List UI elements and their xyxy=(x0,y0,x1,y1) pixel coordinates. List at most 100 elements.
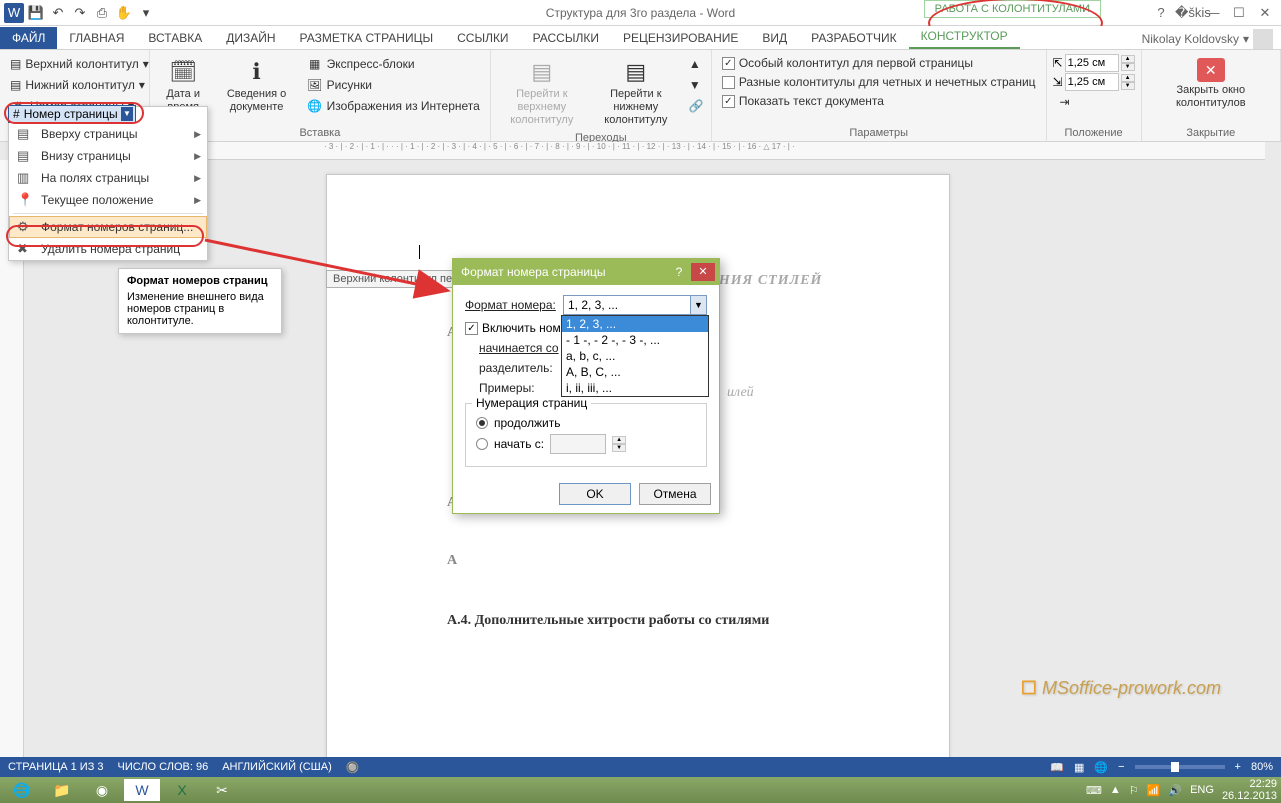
insert-alignment-tab-button[interactable]: ⇥ xyxy=(1053,92,1135,112)
header-from-top[interactable]: ⇱▲▼ xyxy=(1053,54,1135,72)
spin-up-icon[interactable]: ▲ xyxy=(612,436,626,444)
tab-review[interactable]: РЕЦЕНЗИРОВАНИЕ xyxy=(611,27,750,49)
page-number-dropdown-open[interactable]: # Номер страницы ▼ xyxy=(8,105,136,123)
goto-footer-button[interactable]: ▤Перейти к нижнему колонтитулу xyxy=(591,54,681,130)
different-odd-even-checkbox[interactable]: Разные колонтитулы для четных и нечетных… xyxy=(718,73,1040,91)
quick-print-icon[interactable]: ⎙ xyxy=(92,3,112,23)
maximize-icon[interactable]: ☐ xyxy=(1227,5,1251,21)
spin-up-icon[interactable]: ▲ xyxy=(1121,55,1135,63)
tab-designer[interactable]: КОНСТРУКТОР xyxy=(909,25,1020,49)
undo-icon[interactable]: ↶ xyxy=(48,3,68,23)
snip-icon[interactable]: ✂ xyxy=(204,779,240,801)
zoom-thumb[interactable] xyxy=(1171,762,1179,772)
combo-arrow-icon[interactable]: ▼ xyxy=(690,296,706,314)
clock[interactable]: 22:29 26.12.2013 xyxy=(1222,778,1277,802)
header-button[interactable]: ▤Верхний колонтитул ▾ xyxy=(6,54,143,74)
menu-current-position[interactable]: 📍Текущее положение▶ xyxy=(9,189,207,211)
ok-button[interactable]: OK xyxy=(559,483,631,505)
avatar[interactable] xyxy=(1253,29,1273,49)
tab-insert[interactable]: ВСТАВКА xyxy=(136,27,214,49)
doc-info-button[interactable]: ℹСведения о документе xyxy=(214,54,298,125)
save-icon[interactable]: 💾 xyxy=(26,3,46,23)
chrome-icon[interactable]: ◉ xyxy=(84,779,120,801)
tray-expand-icon[interactable]: ▲ xyxy=(1110,784,1121,796)
number-format-combo[interactable]: 1, 2, 3, ... ▼ xyxy=(563,295,707,315)
start-at-radio[interactable]: начать с: ▲▼ xyxy=(476,434,696,454)
dialog-titlebar[interactable]: Формат номера страницы ? ✕ xyxy=(453,259,719,285)
next-section-button[interactable]: ▼ xyxy=(685,75,705,95)
menu-page-margins[interactable]: ▥На полях страницы▶ xyxy=(9,167,207,189)
dialog-close-icon[interactable]: ✕ xyxy=(691,263,715,281)
zoom-out-icon[interactable]: − xyxy=(1118,761,1124,773)
footer-button[interactable]: ▤Нижний колонтитул ▾ xyxy=(6,75,143,95)
status-language[interactable]: АНГЛИЙСКИЙ (США) xyxy=(222,761,332,773)
spin-down-icon[interactable]: ▼ xyxy=(1121,82,1135,90)
close-icon[interactable]: ✕ xyxy=(1253,5,1277,21)
start-at-input[interactable] xyxy=(550,434,606,454)
tab-home[interactable]: ГЛАВНАЯ xyxy=(57,27,136,49)
minimize-icon[interactable]: — xyxy=(1201,5,1225,21)
word-taskbar-icon[interactable]: W xyxy=(124,779,160,801)
tray-language[interactable]: ENG xyxy=(1190,784,1214,796)
ribbon-collapse-icon[interactable]: �škis xyxy=(1175,5,1199,21)
volume-icon[interactable]: 🔊 xyxy=(1168,784,1182,797)
format-option[interactable]: 1, 2, 3, ... xyxy=(562,316,708,332)
spin-down-icon[interactable]: ▼ xyxy=(1121,63,1135,71)
prev-section-button[interactable]: ▲ xyxy=(685,54,705,74)
action-center-icon[interactable]: ⚐ xyxy=(1129,784,1139,797)
keyboard-icon[interactable]: ⌨ xyxy=(1086,784,1102,797)
qat-more-icon[interactable]: ▾ xyxy=(136,3,156,23)
pictures-button[interactable]: 🖼Рисунки xyxy=(303,75,484,95)
zoom-value[interactable]: 80% xyxy=(1251,761,1273,773)
horizontal-ruler[interactable]: · 3 · | · 2 · | · 1 · | · · · | · 1 · | … xyxy=(24,142,1265,160)
view-read-icon[interactable]: 📖 xyxy=(1050,761,1064,774)
view-print-icon[interactable]: ▦ xyxy=(1074,761,1084,774)
menu-top-of-page[interactable]: ▤Вверху страницы▶ xyxy=(9,123,207,145)
macro-record-icon[interactable]: 🔘 xyxy=(346,761,360,774)
excel-taskbar-icon[interactable]: X xyxy=(164,779,200,801)
status-page[interactable]: СТРАНИЦА 1 ИЗ 3 xyxy=(8,761,104,773)
show-doc-text-checkbox[interactable]: ✓Показать текст документа xyxy=(718,92,1040,110)
format-option[interactable]: i, ii, iii, ... xyxy=(562,380,708,396)
spin-down-icon[interactable]: ▼ xyxy=(612,444,626,452)
quick-parts-button[interactable]: ▦Экспресс-блоки xyxy=(303,54,484,74)
user-area[interactable]: Nikolay Koldovsky ▾ xyxy=(1142,29,1273,49)
format-option[interactable]: - 1 -, - 2 -, - 3 -, ... xyxy=(562,332,708,348)
format-option[interactable]: A, B, C, ... xyxy=(562,364,708,380)
different-first-checkbox[interactable]: ✓Особый колонтитул для первой страницы xyxy=(718,54,1040,72)
menu-remove-page-numbers[interactable]: ✖Удалить номера страниц xyxy=(9,238,207,260)
footer-from-bottom[interactable]: ⇲▲▼ xyxy=(1053,73,1135,91)
tab-developer[interactable]: РАЗРАБОТЧИК xyxy=(799,27,909,49)
word-icon[interactable]: W xyxy=(4,3,24,23)
continue-radio[interactable]: продолжить xyxy=(476,416,696,430)
close-header-footer-button[interactable]: ✕ Закрыть окно колонтитулов xyxy=(1148,54,1274,112)
format-option[interactable]: a, b, c, ... xyxy=(562,348,708,364)
tab-references[interactable]: ССЫЛКИ xyxy=(445,27,520,49)
user-dropdown-icon[interactable]: ▾ xyxy=(1243,32,1249,46)
menu-format-page-numbers[interactable]: ⚙Формат номеров страниц... xyxy=(9,216,207,238)
header-top-input[interactable] xyxy=(1065,54,1119,72)
link-previous-button[interactable]: 🔗 xyxy=(685,96,705,116)
menu-bottom-of-page[interactable]: ▤Внизу страницы▶ xyxy=(9,145,207,167)
tab-file[interactable]: ФАЙЛ xyxy=(0,27,57,49)
zoom-in-icon[interactable]: + xyxy=(1235,761,1241,773)
tab-mailings[interactable]: РАССЫЛКИ xyxy=(521,27,611,49)
explorer-icon[interactable]: 📁 xyxy=(44,779,80,801)
online-pictures-button[interactable]: 🌐Изображения из Интернета xyxy=(303,96,484,116)
dialog-help-icon[interactable]: ? xyxy=(669,265,689,279)
zoom-slider[interactable] xyxy=(1135,765,1225,769)
touch-mode-icon[interactable]: ✋ xyxy=(114,3,134,23)
footer-bottom-input[interactable] xyxy=(1065,73,1119,91)
tab-view[interactable]: ВИД xyxy=(750,27,799,49)
status-words[interactable]: ЧИСЛО СЛОВ: 96 xyxy=(118,761,209,773)
tab-layout[interactable]: РАЗМЕТКА СТРАНИЦЫ xyxy=(288,27,446,49)
ie-icon[interactable]: 🌐 xyxy=(4,779,40,801)
network-icon[interactable]: 📶 xyxy=(1147,784,1161,797)
help-icon[interactable]: ? xyxy=(1149,5,1173,21)
spin-up-icon[interactable]: ▲ xyxy=(1121,74,1135,82)
view-web-icon[interactable]: 🌐 xyxy=(1094,761,1108,774)
redo-icon[interactable]: ↷ xyxy=(70,3,90,23)
goto-header-button[interactable]: ▤Перейти к верхнему колонтитулу xyxy=(497,54,587,130)
tab-design[interactable]: ДИЗАЙН xyxy=(214,27,287,49)
cancel-button[interactable]: Отмена xyxy=(639,483,711,505)
